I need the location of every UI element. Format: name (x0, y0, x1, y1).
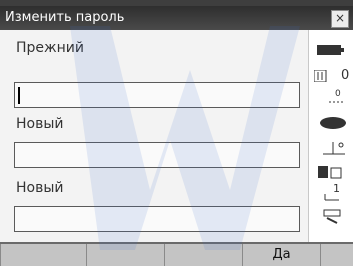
title-bar: Изменить пароль × (0, 6, 353, 30)
old-password-label: Прежний (16, 40, 84, 56)
new-password-label: Новый (16, 116, 64, 132)
new-password-field[interactable] (14, 142, 300, 168)
signal-value: 0 (341, 68, 350, 83)
softkey-yes[interactable]: Да (242, 244, 320, 266)
confirm-password-label: Новый (16, 180, 64, 196)
prism-constant-icon: 0 (327, 88, 347, 110)
password-form: Прежний Новый Новый (0, 30, 308, 242)
softkey-f2[interactable] (86, 244, 164, 266)
softkey-f5[interactable] (320, 244, 353, 266)
signal-icon (313, 69, 328, 86)
target-icon (319, 116, 347, 134)
tilt-icon (321, 140, 347, 160)
softkey-f1[interactable] (0, 244, 86, 266)
memory-icon (317, 164, 345, 184)
dialog-title: Изменить пароль (5, 10, 125, 25)
confirm-password-field[interactable] (14, 206, 300, 232)
keyboard-icon (323, 208, 345, 228)
close-button[interactable]: × (331, 10, 349, 28)
softkey-f3[interactable] (164, 244, 242, 266)
status-sidebar: 0 0 1 (308, 30, 353, 242)
battery-icon (317, 44, 345, 60)
svg-text:0: 0 (335, 89, 341, 99)
softkey-bar: Да (0, 242, 353, 266)
text-caret (18, 87, 20, 104)
old-password-field[interactable] (14, 82, 300, 108)
change-password-dialog: Изменить пароль × Прежний Новый Новый 0 … (0, 6, 353, 266)
face-value: 1 (333, 182, 340, 195)
